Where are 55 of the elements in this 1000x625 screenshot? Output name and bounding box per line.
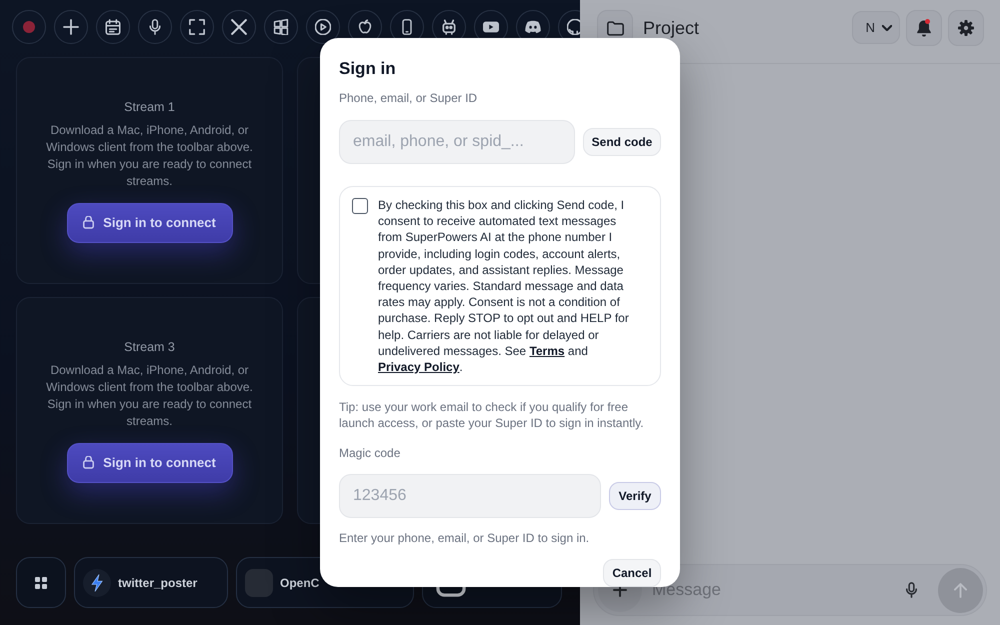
microphone-icon[interactable]	[906, 582, 917, 598]
stream-description: Download a Mac, iPhone, Android, or Windows client from the toolbar above. Sign in when you are ready to connect streams.	[45, 362, 254, 430]
field-label: Magic code	[339, 445, 402, 462]
id-input[interactable]: email, phone, or spid_...	[339, 120, 575, 164]
legal-link[interactable]: Privacy Policy	[378, 360, 460, 374]
play-circle-button[interactable]	[306, 10, 340, 44]
close-icon	[231, 19, 247, 35]
notifications-button[interactable]	[906, 10, 942, 46]
chevron-icon	[882, 24, 892, 30]
app-tile-icon	[245, 568, 273, 596]
round-logo-icon	[567, 19, 580, 35]
tip-text: Tip: use your work email to check if you qualify for free launch access, or paste your Super ID to sign in instantly.	[339, 399, 645, 432]
fullscreen-icon	[189, 19, 205, 35]
apple-icon	[357, 19, 373, 35]
field-label: Phone, email, or Super ID	[339, 90, 478, 106]
microphone-icon	[147, 19, 163, 35]
verify-button[interactable]: Verify	[609, 482, 661, 510]
microphone-button[interactable]	[138, 10, 172, 44]
lock-icon	[83, 456, 94, 469]
bell-icon	[917, 20, 931, 36]
project-select[interactable]: N	[852, 11, 900, 44]
code-input[interactable]: 123456	[339, 474, 601, 518]
controller-icon	[525, 19, 541, 35]
lightning-avatar-icon	[83, 568, 111, 596]
folder-icon	[606, 20, 624, 36]
settings-icon	[958, 20, 974, 36]
legal-link[interactable]: Terms	[529, 344, 565, 358]
helper-text: Enter your phone, email, or Super ID to sign in.	[339, 530, 590, 546]
calendar-icon	[105, 19, 121, 35]
dialog-title: Sign in	[339, 58, 397, 80]
consent-checkbox[interactable]	[352, 198, 368, 214]
fullscreen-button[interactable]	[180, 10, 214, 44]
arrow-up-icon	[954, 582, 967, 598]
sign-in-button[interactable]: Sign in to connect	[66, 442, 232, 482]
consent-text: By checking this box and clicking Send code, I consent to receive automated text messages from SuperPowers AI at the phone number I provide, including login codes, account alerts, order updates, and assistant replies. Message frequency varies. Standard message and data rates may apply. Consent is not a condition of purchase. Reply STOP to opt out and HELP for help. Carriers are not liable for delayed or undelivered messages. See Terms and Privacy Policy.	[378, 197, 630, 376]
record-icon	[23, 21, 35, 33]
window-panes-button[interactable]	[264, 10, 298, 44]
stream-title: Stream 1	[124, 98, 175, 114]
plus-icon	[63, 19, 79, 35]
stream-description: Download a Mac, iPhone, Android, or Windows client from the toolbar above. Sign in when you are ready to connect streams.	[45, 122, 254, 190]
send-code-button[interactable]: Send code	[583, 128, 661, 156]
calendar-button[interactable]	[96, 10, 130, 44]
apps-grid-button[interactable]	[16, 557, 66, 608]
project-title: Project	[643, 17, 700, 40]
window-panes-icon	[273, 19, 289, 35]
stream-title: Stream 3	[124, 338, 175, 354]
video-play-icon	[483, 19, 499, 35]
sign-in-button[interactable]: Sign in to connect	[66, 202, 232, 242]
app-tab[interactable]: twitter_poster	[74, 557, 228, 608]
robot-icon	[441, 19, 457, 35]
close-button[interactable]	[222, 10, 256, 44]
grid-icon	[35, 576, 47, 588]
settings-button[interactable]	[948, 10, 984, 46]
add-button[interactable]	[54, 10, 88, 44]
lock-icon	[83, 216, 94, 229]
